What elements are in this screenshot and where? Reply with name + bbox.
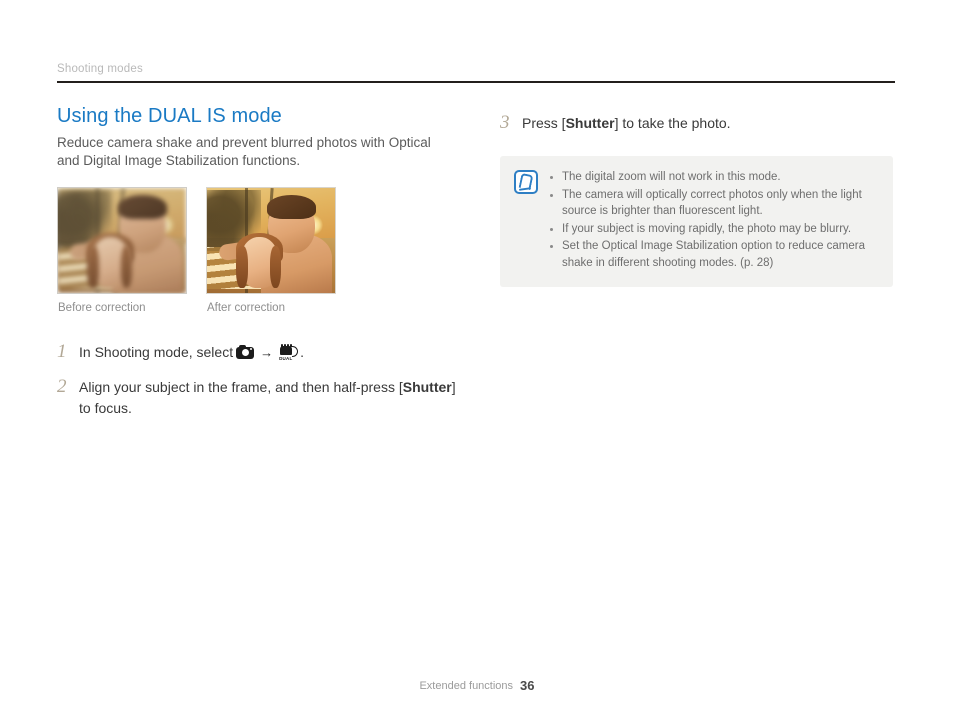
step3-text-part-1: Press [	[522, 115, 566, 131]
left-column: Using the DUAL IS mode Reduce camera sha…	[57, 104, 457, 432]
dual-is-icon: DUAL	[279, 344, 299, 361]
note-item: If your subject is moving rapidly, the p…	[548, 221, 877, 238]
comparison-figures	[57, 187, 457, 294]
figure-caption-before: Before correction	[58, 302, 146, 314]
note-callout-box: The digital zoom will not work in this m…	[500, 156, 893, 287]
note-items-list: The digital zoom will not work in this m…	[548, 169, 877, 272]
running-head: Shooting modes	[57, 63, 143, 75]
page-footer: Extended functions 36	[0, 679, 954, 693]
step-number: 1	[57, 341, 67, 362]
shutter-key-term: Shutter	[402, 379, 452, 395]
photo-woman-hair-side	[236, 245, 248, 288]
step3-text-part-2: ] to take the photo.	[614, 115, 731, 131]
step2-text-part-1: Align your subject in the frame, and the…	[79, 379, 403, 395]
photo-woman-hair-side	[269, 245, 282, 288]
photo-woman-hair-side	[87, 245, 99, 288]
figure-after-correction	[206, 187, 336, 294]
footer-page-number: 36	[520, 678, 535, 693]
steps-list-left: 1 In Shooting mode, select → DUAL. 2 Align…	[57, 341, 457, 419]
note-pen-icon	[514, 170, 538, 194]
note-item: Set the Optical Image Stabilization opti…	[548, 238, 877, 271]
figure-before-correction	[57, 187, 187, 294]
step-item-2: 2 Align your subject in the frame, and t…	[57, 376, 457, 419]
step-item-1: 1 In Shooting mode, select → DUAL.	[57, 341, 457, 363]
arrow-right-icon: →	[260, 345, 274, 360]
photo-man-hair	[267, 195, 316, 220]
step1-text-after: .	[300, 344, 304, 360]
page-header: Shooting modes	[57, 62, 895, 83]
camera-mode-icon	[236, 345, 255, 359]
header-divider	[57, 81, 895, 83]
step-text: In Shooting mode, select → DUAL.	[79, 341, 304, 363]
shutter-key-term: Shutter	[565, 115, 615, 131]
note-item: The camera will optically correct photos…	[548, 187, 877, 220]
photo-woman-hair-side	[120, 245, 133, 288]
figure-captions: Before correction After correction	[57, 301, 357, 317]
note-item: The digital zoom will not work in this m…	[548, 169, 877, 186]
step-item-3: 3 Press [Shutter] to take the photo.	[500, 112, 895, 134]
step1-text-before: In Shooting mode, select	[79, 344, 234, 360]
step-number: 3	[500, 112, 510, 133]
footer-section-label: Extended functions	[419, 680, 514, 692]
figure-caption-after: After correction	[207, 302, 285, 314]
step-text: Press [Shutter] to take the photo.	[522, 112, 731, 134]
step-number: 2	[57, 376, 67, 397]
photo-man-hair	[118, 195, 167, 220]
right-column: 3 Press [Shutter] to take the photo. The…	[500, 112, 895, 287]
dual-is-label: DUAL	[279, 356, 293, 361]
section-intro-text: Reduce camera shake and prevent blurred …	[57, 135, 431, 168]
page-title: Using the DUAL IS mode	[57, 105, 282, 127]
step-text: Align your subject in the frame, and the…	[79, 376, 457, 419]
